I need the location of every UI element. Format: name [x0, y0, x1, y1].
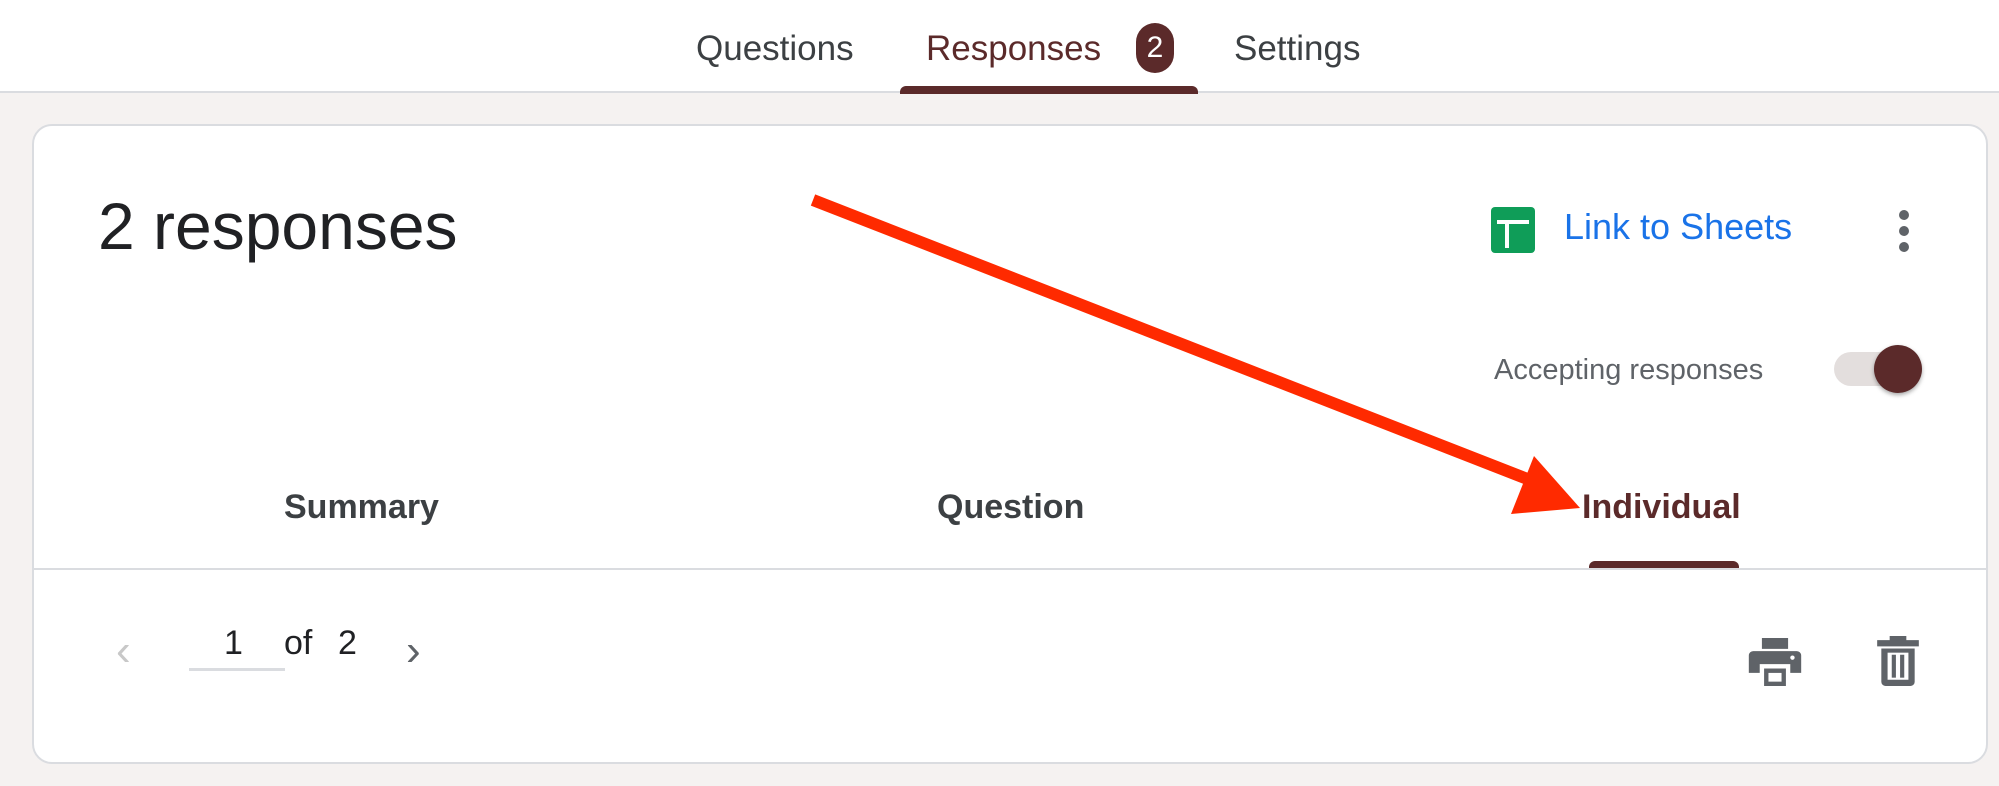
tab-responses[interactable]: Responses — [926, 24, 1101, 74]
print-icon[interactable] — [1748, 638, 1802, 686]
tab-individual[interactable]: Individual — [1582, 488, 1741, 527]
of-label: of — [284, 624, 313, 662]
next-response-button[interactable]: › — [406, 626, 421, 676]
sheets-icon[interactable] — [1491, 207, 1535, 253]
responses-count-badge: 2 — [1136, 23, 1174, 73]
tab-settings[interactable]: Settings — [1234, 24, 1360, 74]
page-input-underline — [189, 668, 285, 671]
page-number-input[interactable]: 1 — [224, 624, 243, 663]
top-tab-bar: Questions Responses 2 Settings — [0, 0, 1999, 94]
delete-icon[interactable] — [1876, 636, 1920, 686]
previous-response-button[interactable]: ‹ — [116, 626, 131, 676]
tab-summary[interactable]: Summary — [284, 488, 439, 527]
toggle-knob[interactable] — [1874, 345, 1922, 393]
link-to-sheets-button[interactable]: Link to Sheets — [1564, 206, 1792, 248]
tab-question[interactable]: Question — [937, 488, 1084, 527]
accepting-responses-label: Accepting responses — [1494, 354, 1764, 386]
more-options-icon[interactable] — [1894, 208, 1914, 254]
responses-title: 2 responses — [98, 189, 458, 263]
responses-card: 2 responses Link to Sheets Accepting res… — [32, 124, 1988, 764]
tab-questions[interactable]: Questions — [696, 24, 854, 74]
divider — [34, 568, 1986, 570]
total-pages: 2 — [338, 624, 357, 662]
active-tab-indicator — [900, 86, 1198, 94]
